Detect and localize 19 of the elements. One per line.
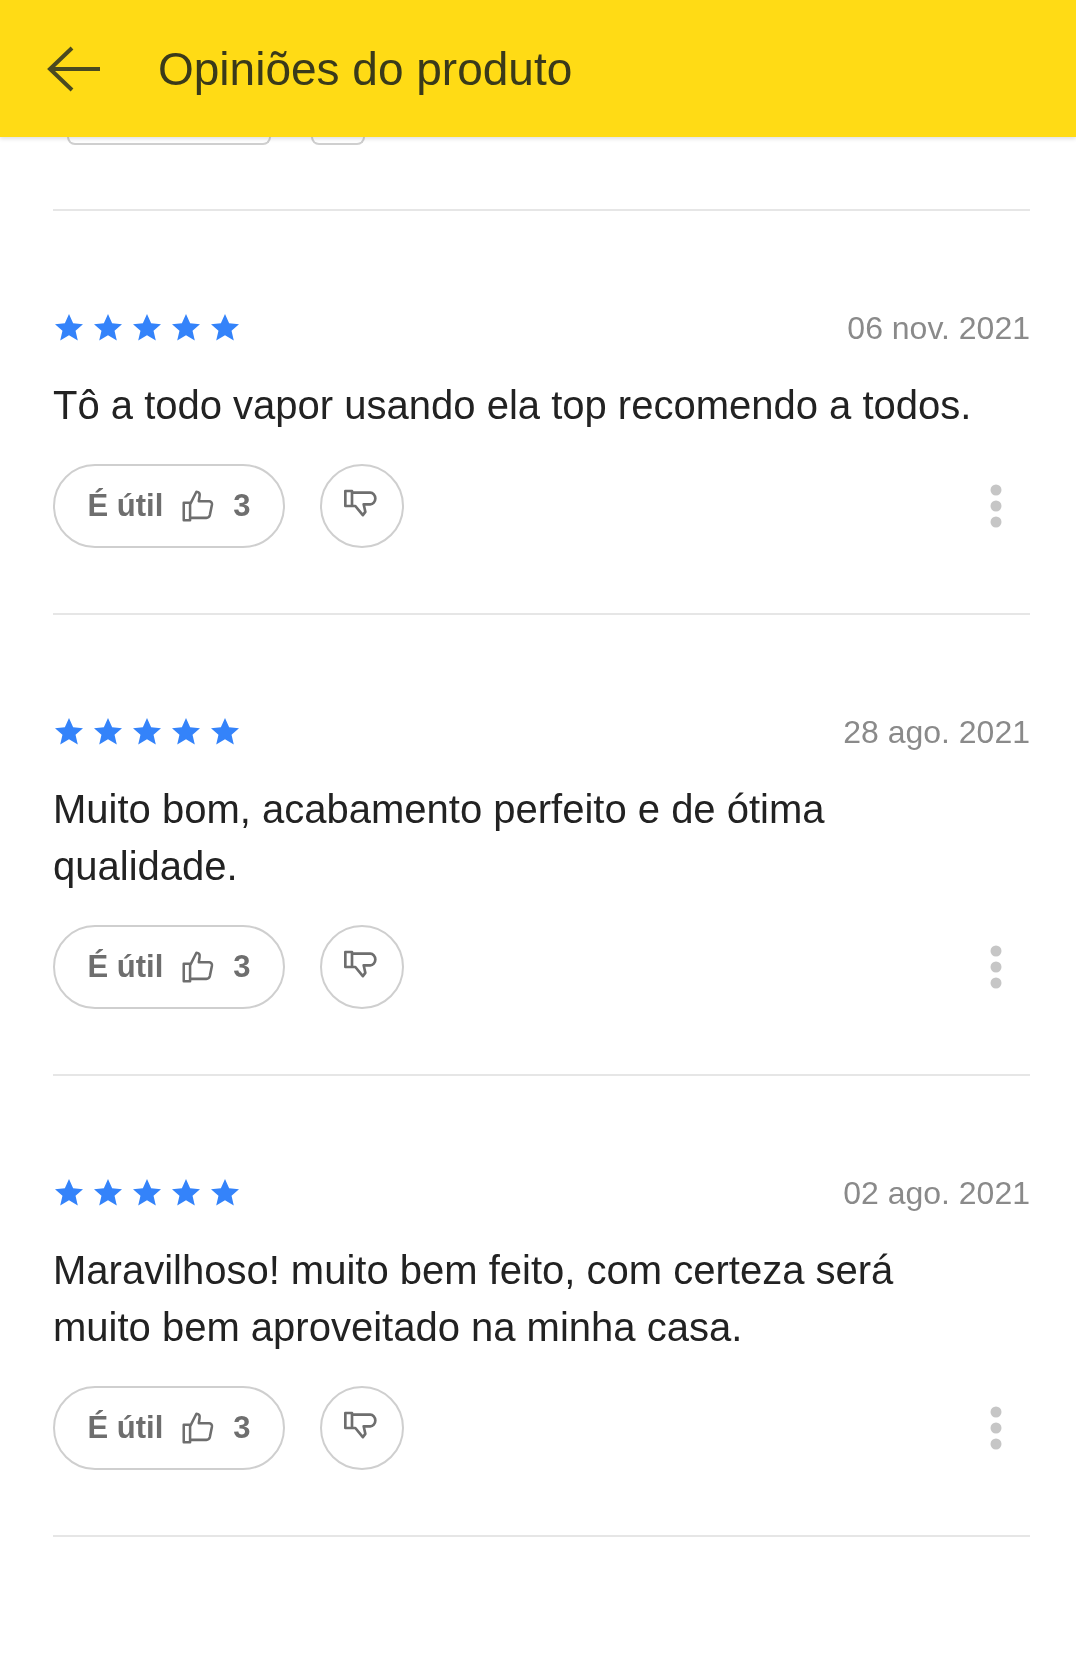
review-text: Muito bom, acabamento perfeito e de ótima qualidade. [53, 786, 826, 890]
partial-helpful-button[interactable] [67, 137, 271, 145]
back-arrow-icon [46, 44, 102, 93]
review-date: 28 ago. 2021 [843, 713, 1030, 751]
helpful-button[interactable]: É útil 3 [53, 925, 285, 1009]
more-options-button[interactable] [990, 1406, 1002, 1450]
more-options-icon [990, 945, 1002, 989]
partial-not-helpful-button[interactable] [311, 137, 365, 145]
more-options-button[interactable] [990, 484, 1002, 528]
review-text: Maravilhoso! muito bem feito, com certeza será muito bem aproveitado na minha casa. [53, 1247, 895, 1351]
more-options-button[interactable] [990, 945, 1002, 989]
helpful-button[interactable]: É útil 3 [53, 1386, 285, 1470]
review-date: 06 nov. 2021 [847, 309, 1030, 347]
more-options-icon [990, 484, 1002, 528]
review-date: 02 ago. 2021 [843, 1174, 1030, 1212]
more-options-icon [990, 1406, 1002, 1450]
page-title: Opiniões do produto [158, 41, 573, 96]
helpful-button[interactable]: É útil 3 [53, 464, 285, 548]
review-text: Tô a todo vapor usando ela top recomendo a todos. [53, 382, 973, 429]
